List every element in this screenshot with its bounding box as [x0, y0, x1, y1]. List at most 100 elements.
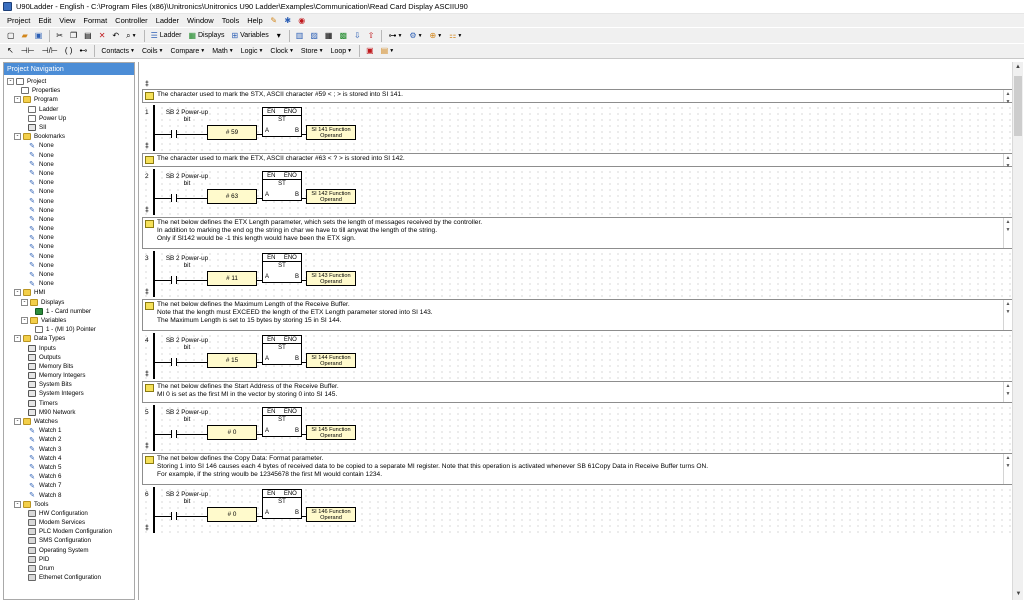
tree-item[interactable]: Power Up [4, 114, 134, 123]
function-operand[interactable]: SI 145 Function Operand [306, 425, 356, 440]
tree-item[interactable]: ✎ None [4, 215, 134, 224]
contacts-menu[interactable]: Contacts ▼ [98, 45, 138, 58]
constant-operand[interactable]: # 15 [207, 353, 257, 368]
collapse-icon[interactable]: - [21, 298, 28, 306]
compare-menu[interactable]: Compare ▼ [167, 45, 208, 58]
scroll-thumb[interactable] [1014, 76, 1022, 136]
ladder-net[interactable]: 2 SB 2 Power-up bit # 63 EN ENO ST A B SI 142 Fu… [142, 169, 1013, 215]
collapse-icon[interactable]: - [14, 96, 21, 104]
variables-button[interactable]: ⊞ Variables [228, 29, 271, 42]
tree-item[interactable]: ✎ None [4, 261, 134, 270]
tree-item[interactable]: Modem Services [4, 518, 134, 527]
tree-item[interactable]: HW Configuration [4, 509, 134, 518]
tree-item[interactable]: ✎ Watch 8 [4, 490, 134, 500]
function-operand[interactable]: SI 141 Function Operand [306, 125, 356, 140]
contact-nc-icon[interactable]: ⊣/⊢ [39, 45, 61, 58]
tree-item[interactable]: - Program [4, 95, 134, 104]
store-function-block[interactable]: EN ENO ST A B [262, 489, 302, 519]
tree-item[interactable]: - Data Types [4, 334, 134, 343]
scroll-up-icon[interactable]: ▲ [1013, 62, 1023, 73]
store-menu[interactable]: Store ▼ [298, 45, 327, 58]
tree-item[interactable]: ✎ None [4, 151, 134, 160]
menu-view[interactable]: View [55, 16, 79, 25]
grid-icon[interactable]: ▦ [322, 29, 336, 42]
tree-item[interactable]: Ladder [4, 105, 134, 114]
function-operand[interactable]: SI 143 Function Operand [306, 271, 356, 286]
network-icon[interactable]: ⊕ ▼ [427, 29, 446, 42]
net-comment[interactable]: The net below defines the ETX Length par… [142, 217, 1013, 249]
ladder-net[interactable]: 4 SB 2 Power-up bit # 15 EN ENO ST A B SI 144 Fu… [142, 333, 1013, 379]
comment-scrollbar[interactable]: ▲ ▼ [1003, 454, 1012, 484]
coils-menu[interactable]: Coils ▼ [139, 45, 167, 58]
tree-item[interactable]: Operating System [4, 546, 134, 555]
ladder-net[interactable]: 1 SB 2 Power-up bit # 59 EN ENO ST A B SI 141 Fu… [142, 105, 1013, 151]
tree-item[interactable]: M90 Network [4, 408, 134, 417]
tree-item[interactable]: SMS Configuration [4, 536, 134, 545]
constant-operand[interactable]: # 63 [207, 189, 257, 204]
ladder-editor[interactable]: ‡ The character used to mark the STX, ASC… [138, 62, 1023, 600]
constant-operand[interactable]: # 0 [207, 425, 257, 440]
tree-item[interactable]: ✎ Watch 7 [4, 481, 134, 490]
tree-item[interactable]: ✎ None [4, 187, 134, 196]
save-icon[interactable]: ▣ [32, 29, 46, 42]
math-menu[interactable]: Math ▼ [209, 45, 237, 58]
online-test-icon[interactable]: ⊶ ▼ [385, 29, 405, 42]
comment-scrollbar[interactable]: ▲ ▼ [1003, 300, 1012, 330]
pointer-icon[interactable]: ↖ [4, 45, 17, 58]
comment-scrollbar[interactable]: ▲ ▼ [1003, 382, 1012, 402]
function-operand[interactable]: SI 146 Function Operand [306, 507, 356, 522]
tree-item[interactable]: System Integers [4, 389, 134, 398]
tree-item[interactable]: Memory Integers [4, 371, 134, 380]
tree-item[interactable]: Outputs [4, 353, 134, 362]
tree-item[interactable]: ✎ None [4, 206, 134, 215]
tree-item[interactable]: 1 - (MI 10) Pointer [4, 325, 134, 334]
tree-item[interactable]: - Watches [4, 417, 134, 426]
ladder-net[interactable]: 5 SB 2 Power-up bit # 0 EN ENO ST A B SI 145 Fun… [142, 405, 1013, 451]
ladder-net[interactable]: 3 SB 2 Power-up bit # 11 EN ENO ST A B SI 143 Fu… [142, 251, 1013, 297]
menu-format[interactable]: Format [79, 16, 111, 25]
tree-item[interactable]: ✎ None [4, 196, 134, 206]
tree-item[interactable]: ✎ Watch 4 [4, 454, 134, 463]
download-icon[interactable]: ⇩ [351, 29, 364, 42]
constant-operand[interactable]: # 0 [207, 507, 257, 522]
menu-window[interactable]: Window [183, 16, 218, 25]
tree-item[interactable]: ✎ None [4, 141, 134, 150]
constant-operand[interactable]: # 11 [207, 271, 257, 286]
comment-scrollbar[interactable]: ▲ ▼ [1003, 218, 1012, 248]
store-function-block[interactable]: EN ENO ST A B [262, 407, 302, 437]
coil-icon[interactable]: ( ) [62, 45, 76, 58]
tree-item[interactable]: ✎ Watch 2 [4, 435, 134, 444]
constant-operand[interactable]: # 59 [207, 125, 257, 140]
upload-icon[interactable]: ⇧ [365, 29, 378, 42]
ladder-net[interactable]: 6 SB 2 Power-up bit # 0 EN ENO ST A B SI 146 Fun… [142, 487, 1013, 533]
copy-icon[interactable]: ❐ [67, 29, 80, 42]
store-function-block[interactable]: EN ENO ST A B [262, 171, 302, 201]
tree-item[interactable]: ✎ None [4, 178, 134, 187]
function-operand[interactable]: SI 142 Function Operand [306, 189, 356, 204]
store-function-block[interactable]: EN ENO ST A B [262, 107, 302, 137]
comment-scrollbar[interactable]: ▲ ▼ [1003, 154, 1012, 169]
tree-item[interactable]: - Bookmarks [4, 132, 134, 141]
tree-item[interactable]: - Tools [4, 500, 134, 509]
tree-item[interactable]: ✎ None [4, 252, 134, 261]
collapse-icon[interactable]: - [21, 316, 28, 324]
tree-item[interactable]: Ethernet Configuration [4, 573, 134, 582]
net-comment[interactable]: The net below defines the Start Address … [142, 381, 1013, 403]
net-comment[interactable]: The net below defines the Copy Data: For… [142, 453, 1013, 485]
net-comment[interactable]: The character used to mark the STX, ASCI… [142, 89, 1013, 105]
tree-item[interactable]: - HMI [4, 288, 134, 297]
open-folder-icon[interactable]: ▰ [19, 29, 31, 42]
tree-item[interactable]: ✎ None [4, 224, 134, 233]
collapse-icon[interactable]: - [7, 78, 14, 86]
tree-item[interactable]: Memory Bits [4, 362, 134, 371]
menu-edit[interactable]: Edit [34, 16, 55, 25]
tree-item[interactable]: PID [4, 555, 134, 564]
menu-project[interactable]: Project [3, 16, 34, 25]
tree-item[interactable]: ✎ None [4, 270, 134, 279]
tree-item[interactable]: - Displays [4, 298, 134, 307]
chart-icon[interactable]: ▨ [307, 29, 321, 42]
toggle-view-icon[interactable]: ▥ [293, 29, 307, 42]
delete-icon[interactable]: ✕ [96, 29, 109, 42]
contact-no-icon[interactable]: ⊣⊢ [18, 45, 38, 58]
collapse-icon[interactable]: - [14, 418, 21, 426]
